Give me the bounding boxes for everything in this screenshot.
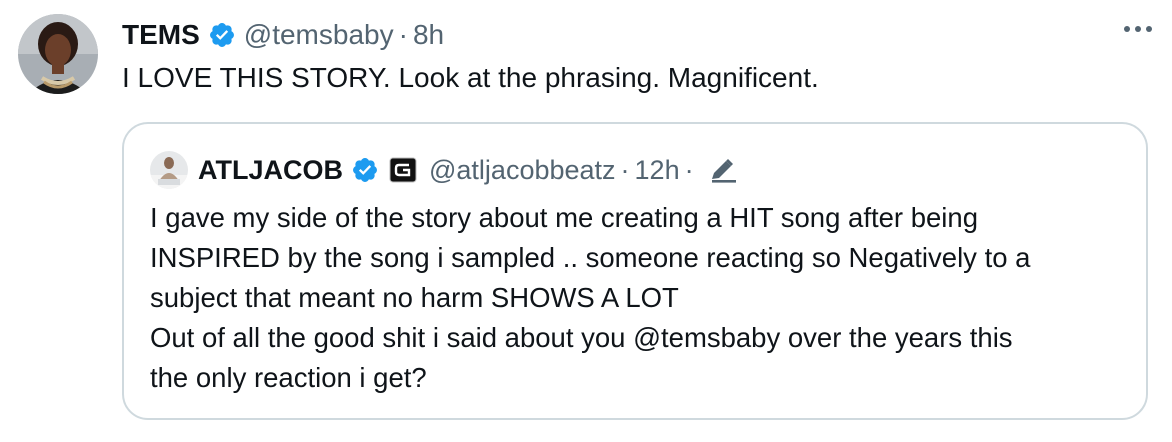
quoted-text-line: the only reaction i get? [150, 362, 427, 393]
affiliate-badge-icon[interactable] [389, 157, 417, 183]
more-options-icon[interactable] [1124, 26, 1152, 32]
quoted-tweet-timestamp[interactable]: 12h [635, 155, 680, 186]
quoted-header-separator: · [620, 154, 630, 185]
tweet-timestamp[interactable]: 8h [413, 19, 444, 51]
verified-badge-icon[interactable] [351, 156, 379, 184]
quoted-author-name[interactable]: ATLJACOB [198, 155, 343, 186]
quoted-text-line: INSPIRED by the song i sampled .. someon… [150, 242, 1031, 273]
quoted-text-line: Out of all the good shit i said about yo… [150, 322, 1013, 353]
tweet-text: I LOVE THIS STORY. Look at the phrasing.… [122, 62, 819, 93]
quoted-author-avatar[interactable] [150, 151, 188, 189]
quoted-tweet-card[interactable]: ATLJACOB @atljacobbeatz · 12h · I gave m… [122, 122, 1148, 420]
quoted-tweet-text: I gave my side of the story about me cre… [150, 198, 1130, 398]
verified-badge-icon[interactable] [208, 21, 236, 49]
quoted-text-line: I gave my side of the story about me cre… [150, 202, 978, 233]
pencil-edit-icon[interactable] [709, 157, 739, 183]
quoted-tweet-header: ATLJACOB @atljacobbeatz · 12h · [150, 150, 739, 190]
author-name[interactable]: TEMS [122, 19, 200, 51]
user-avatar-photo [18, 14, 98, 94]
quoted-author-handle[interactable]: @atljacobbeatz [429, 155, 616, 186]
author-avatar[interactable] [18, 14, 98, 94]
header-separator: · [398, 19, 408, 50]
author-handle[interactable]: @temsbaby [244, 19, 394, 51]
tweet-header: TEMS @temsbaby · 8h [122, 16, 444, 54]
quoted-avatar-photo [150, 151, 188, 189]
quoted-text-line: subject that meant no harm SHOWS A LOT [150, 282, 679, 313]
quoted-header-separator-2: · [684, 154, 694, 185]
